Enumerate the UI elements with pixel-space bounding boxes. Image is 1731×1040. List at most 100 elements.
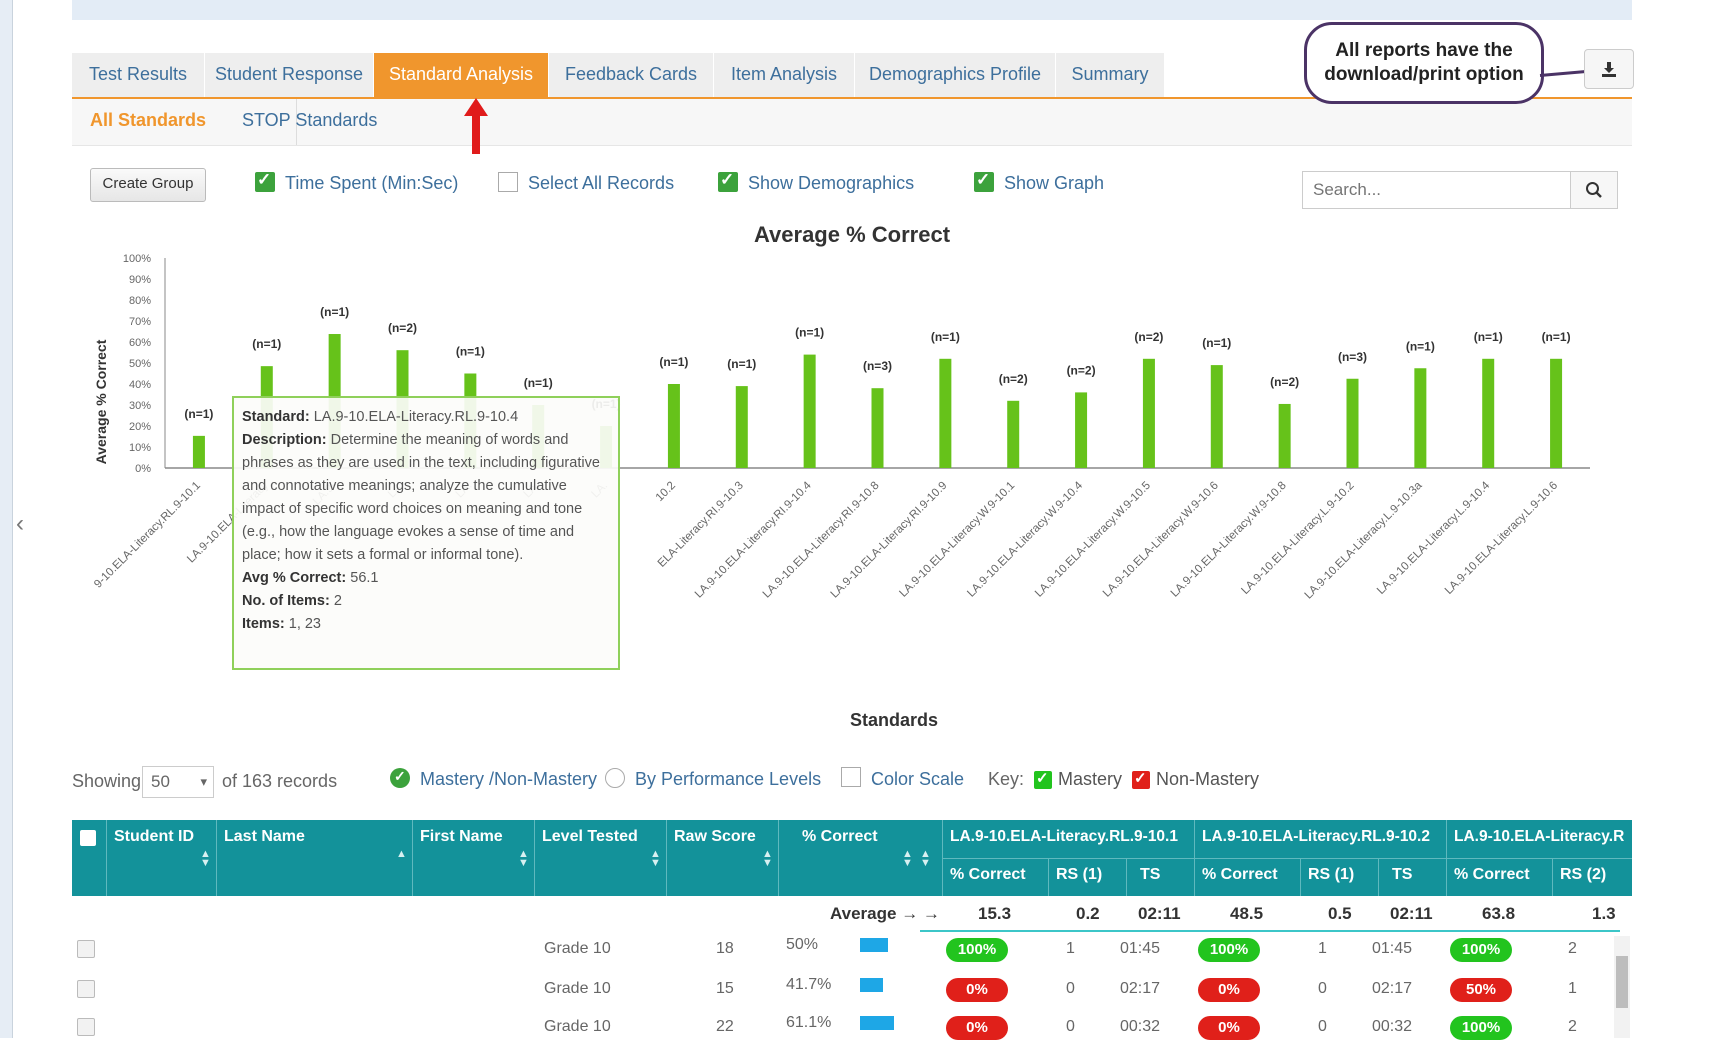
- tooltip-standard: LA.9-10.ELA-Literacy.RL.9-10.4: [313, 409, 519, 425]
- tab-test-results[interactable]: Test Results: [72, 53, 205, 97]
- bar-count-label: (n=1): [1406, 339, 1435, 353]
- col-divider: [1378, 858, 1379, 896]
- subtab-all-standards[interactable]: All Standards: [90, 99, 206, 145]
- sort-icon[interactable]: ▲ ▼: [518, 849, 529, 869]
- scrollbar-thumb[interactable]: [1616, 956, 1628, 1008]
- cell-ts: 00:32: [1372, 1018, 1413, 1035]
- tooltip-avg: 56.1: [350, 570, 379, 586]
- page-size-select[interactable]: 50: [142, 766, 214, 798]
- tab-student-response[interactable]: Student Response: [205, 53, 374, 97]
- col-divider: [778, 820, 779, 896]
- sub-col-rs[interactable]: RS (1): [1308, 866, 1354, 884]
- bar-count-label: (n=1): [184, 407, 213, 421]
- bar-count-label: (n=2): [999, 372, 1028, 386]
- sub-col-ts[interactable]: TS: [1392, 866, 1412, 884]
- prev-page-icon[interactable]: ‹: [16, 510, 24, 538]
- bar-count-label: (n=1): [1474, 330, 1503, 344]
- sort-icon[interactable]: ▲ ▼: [200, 849, 211, 869]
- col-first-name[interactable]: First Name: [420, 828, 503, 846]
- y-tick-label: 40%: [129, 379, 151, 391]
- average-value: 0.5: [1328, 904, 1352, 923]
- cell-ts: 02:17: [1120, 980, 1161, 997]
- time-spent-checkbox[interactable]: [255, 170, 275, 192]
- sort-icon[interactable]: ▲ ▼: [902, 849, 913, 869]
- cell-ts: 01:45: [1120, 940, 1161, 957]
- x-tick-label: LA.9-10.ELA-Literacy.L.9-10.2: [1239, 480, 1356, 597]
- col-standard-group: LA.9-10.ELA-Literacy.R: [1454, 828, 1625, 845]
- average-value: 48.5: [1230, 904, 1264, 923]
- search-input[interactable]: [1303, 172, 1571, 208]
- y-tick-label: 100%: [123, 253, 151, 265]
- left-panel-edge: [0, 0, 13, 1038]
- chart-title: Average % Correct: [754, 222, 951, 247]
- row-checkbox[interactable]: [77, 940, 95, 958]
- download-callout: All reports have the download/print opti…: [1304, 22, 1544, 104]
- sub-col-percent-correct[interactable]: % Correct: [950, 866, 1026, 884]
- tab-summary[interactable]: Summary: [1056, 53, 1165, 97]
- col-student-id[interactable]: Student ID: [114, 828, 194, 846]
- cell-rs: 0: [1066, 1018, 1075, 1035]
- col-raw-score[interactable]: Raw Score: [674, 828, 756, 846]
- sort-icon[interactable]: ▲ ▼: [920, 849, 931, 869]
- sub-col-ts[interactable]: TS: [1140, 866, 1160, 884]
- mastery-key-label: Mastery: [1058, 769, 1123, 789]
- tab-feedback-cards[interactable]: Feedback Cards: [549, 53, 714, 97]
- show-graph-checkbox[interactable]: [974, 170, 994, 192]
- col-divider: [534, 820, 535, 896]
- sort-icon[interactable]: ▲ ▼: [762, 849, 773, 869]
- create-group-button[interactable]: Create Group: [90, 168, 206, 202]
- chart-bar: [1278, 403, 1291, 468]
- subtab-stop-standards[interactable]: STOP Standards: [242, 99, 377, 145]
- average-value: 15.3: [978, 904, 1012, 923]
- sort-icon[interactable]: ▲ ▼: [650, 849, 661, 869]
- tooltip-avg-label: Avg % Correct:: [242, 570, 347, 586]
- time-spent-label: Time Spent (Min:Sec): [285, 173, 459, 193]
- chart-bar: [667, 384, 680, 468]
- sub-col-percent-correct[interactable]: % Correct: [1202, 866, 1278, 884]
- show-demographics-checkbox[interactable]: [718, 170, 738, 192]
- tab-item-analysis[interactable]: Item Analysis: [714, 53, 855, 97]
- table-scrollbar[interactable]: [1614, 936, 1630, 1038]
- chart-bar: [1075, 392, 1088, 468]
- search-icon: [1586, 182, 1602, 198]
- y-tick-label: 20%: [129, 421, 151, 433]
- top-strip: [72, 0, 1632, 20]
- row-checkbox[interactable]: [77, 980, 95, 998]
- search-box: [1302, 171, 1618, 209]
- cell-raw-score: 18: [716, 940, 734, 957]
- bar-count-label: (n=1): [320, 305, 349, 319]
- mastery-radio-label: Mastery /Non-Mastery: [420, 769, 598, 789]
- performance-levels-radio[interactable]: [605, 768, 625, 788]
- sub-col-percent-correct[interactable]: % Correct: [1454, 866, 1530, 884]
- non-mastery-pill: 0%: [1198, 978, 1260, 1002]
- average-value: 1.3: [1592, 904, 1616, 923]
- bar-count-label: (n=1): [524, 376, 553, 390]
- chart-bar: [1346, 378, 1359, 468]
- search-button[interactable]: [1570, 172, 1617, 208]
- color-scale-checkbox[interactable]: [841, 767, 861, 787]
- mastery-radio[interactable]: [390, 768, 410, 788]
- bar-count-label: (n=2): [1134, 330, 1163, 344]
- download-button[interactable]: [1584, 49, 1634, 89]
- color-scale-label: Color Scale: [871, 769, 965, 789]
- tab-demographics-profile[interactable]: Demographics Profile: [855, 53, 1056, 97]
- tab-standard-analysis[interactable]: Standard Analysis: [374, 53, 549, 97]
- cell-rs: 0: [1066, 980, 1075, 997]
- col-level-tested[interactable]: Level Tested: [542, 828, 638, 846]
- y-tick-label: 10%: [129, 442, 151, 454]
- select-all-rows-checkbox[interactable]: [80, 830, 96, 846]
- sub-col-rs[interactable]: RS (1): [1056, 866, 1102, 884]
- col-percent-correct[interactable]: % Correct: [802, 828, 878, 846]
- select-all-checkbox[interactable]: [498, 172, 518, 192]
- bar-count-label: (n=1): [252, 337, 281, 351]
- non-mastery-pill: 50%: [1450, 978, 1512, 1002]
- col-last-name[interactable]: Last Name: [224, 828, 305, 846]
- sub-col-rs[interactable]: RS (2): [1560, 866, 1606, 884]
- row-checkbox[interactable]: [77, 1018, 95, 1036]
- subheader-divider: [942, 858, 1632, 859]
- mastery-pill: 100%: [946, 938, 1008, 962]
- red-arrow-annotation: [464, 98, 488, 154]
- col-divider: [666, 820, 667, 896]
- sort-asc-icon[interactable]: ▲: [396, 849, 407, 860]
- cell-level: Grade 10: [544, 940, 611, 957]
